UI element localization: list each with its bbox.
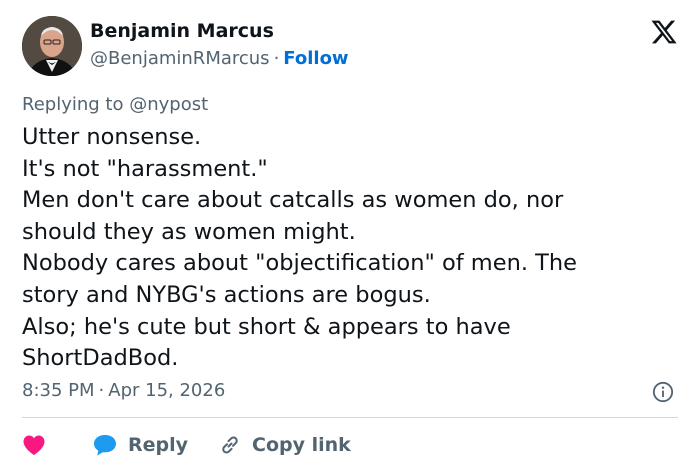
tweet-line: should they as women might. <box>22 218 356 245</box>
separator-dot: · <box>98 380 105 401</box>
reply-button[interactable]: Reply <box>90 433 188 457</box>
author-handle[interactable]: @BenjaminRMarcus <box>90 48 270 69</box>
reply-context-prefix: Replying to <box>22 94 124 115</box>
tweet-line: Utter nonsense. <box>22 124 202 150</box>
reply-mention-link[interactable]: @nypost <box>129 94 208 115</box>
tweet-line: Also; he's cute but short & appears to h… <box>22 313 511 340</box>
reply-context: Replying to @nypost <box>22 94 208 115</box>
author-name[interactable]: Benjamin Marcus <box>90 20 274 42</box>
reply-bubble-icon <box>94 435 116 456</box>
copy-link-label: Copy link <box>252 434 351 456</box>
tweet-date: Apr 15, 2026 <box>108 380 226 401</box>
info-icon[interactable] <box>652 381 674 403</box>
avatar-image <box>22 16 82 76</box>
tweet-card: Benjamin Marcus @BenjaminRMarcus · Follow … <box>0 0 700 471</box>
tweet-line: story and NYBG's actions are bogus. <box>22 281 431 308</box>
x-logo-icon[interactable] <box>650 18 678 46</box>
separator-dot: · <box>273 48 280 69</box>
tweet-time: 8:35 PM <box>22 380 95 401</box>
avatar[interactable] <box>22 16 82 76</box>
heart-icon <box>23 435 45 455</box>
follow-button[interactable]: Follow <box>283 48 348 69</box>
tweet-text: Utter nonsense. It's not "harassment." M… <box>22 122 682 375</box>
link-icon <box>222 436 238 454</box>
tweet-line: Men don't care about catcalls as women d… <box>22 187 564 214</box>
copy-link-button[interactable]: Copy link <box>188 433 351 457</box>
tweet-line: Nobody cares about "objectification" of … <box>22 250 577 277</box>
tweet-line: It's not "harassment." <box>22 155 268 182</box>
reply-label: Reply <box>128 434 189 456</box>
tweet-timestamp[interactable]: 8:35 PM · Apr 15, 2026 <box>22 380 225 401</box>
author-handle-row: @BenjaminRMarcus · Follow <box>90 48 349 69</box>
divider <box>22 417 678 418</box>
like-button[interactable] <box>22 434 90 456</box>
tweet-line: ShortDadBod. <box>22 345 179 372</box>
action-bar: Reply Copy link <box>22 431 351 459</box>
